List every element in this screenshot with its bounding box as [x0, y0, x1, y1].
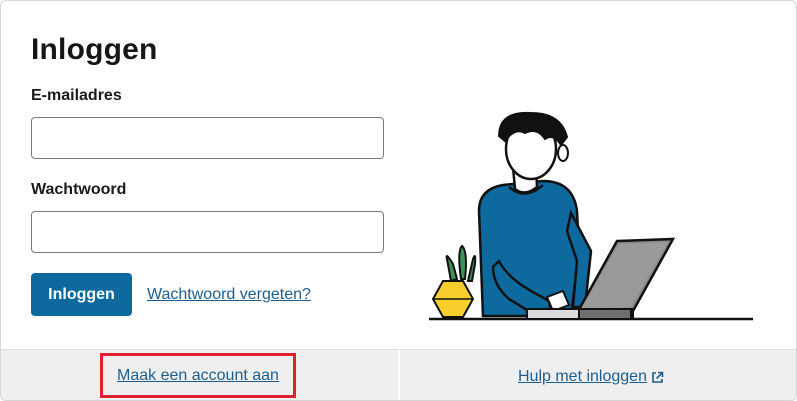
email-field[interactable]	[31, 117, 384, 159]
login-footer: Maak een account aan Hulp met inloggen	[1, 349, 796, 400]
forgot-password-link[interactable]: Wachtwoord vergeten?	[147, 286, 311, 304]
person-illustration	[477, 111, 593, 318]
login-illustration	[429, 111, 753, 321]
email-label: E-mailadres	[31, 87, 122, 104]
help-login-label: Hulp met inloggen	[518, 368, 647, 385]
create-account-highlight: Maak een account aan	[100, 353, 296, 398]
plant-illustration	[431, 244, 477, 318]
footer-divider	[398, 350, 400, 400]
create-account-link[interactable]: Maak een account aan	[103, 356, 293, 395]
external-link-icon	[651, 371, 664, 384]
login-button[interactable]: Inloggen	[31, 273, 132, 316]
password-label: Wachtwoord	[31, 181, 127, 198]
page-title: Inloggen	[31, 33, 158, 66]
login-card: Inloggen E-mailadres Wachtwoord Inloggen…	[0, 0, 797, 401]
help-login-link[interactable]: Hulp met inloggen	[518, 368, 664, 386]
password-field[interactable]	[31, 211, 384, 253]
